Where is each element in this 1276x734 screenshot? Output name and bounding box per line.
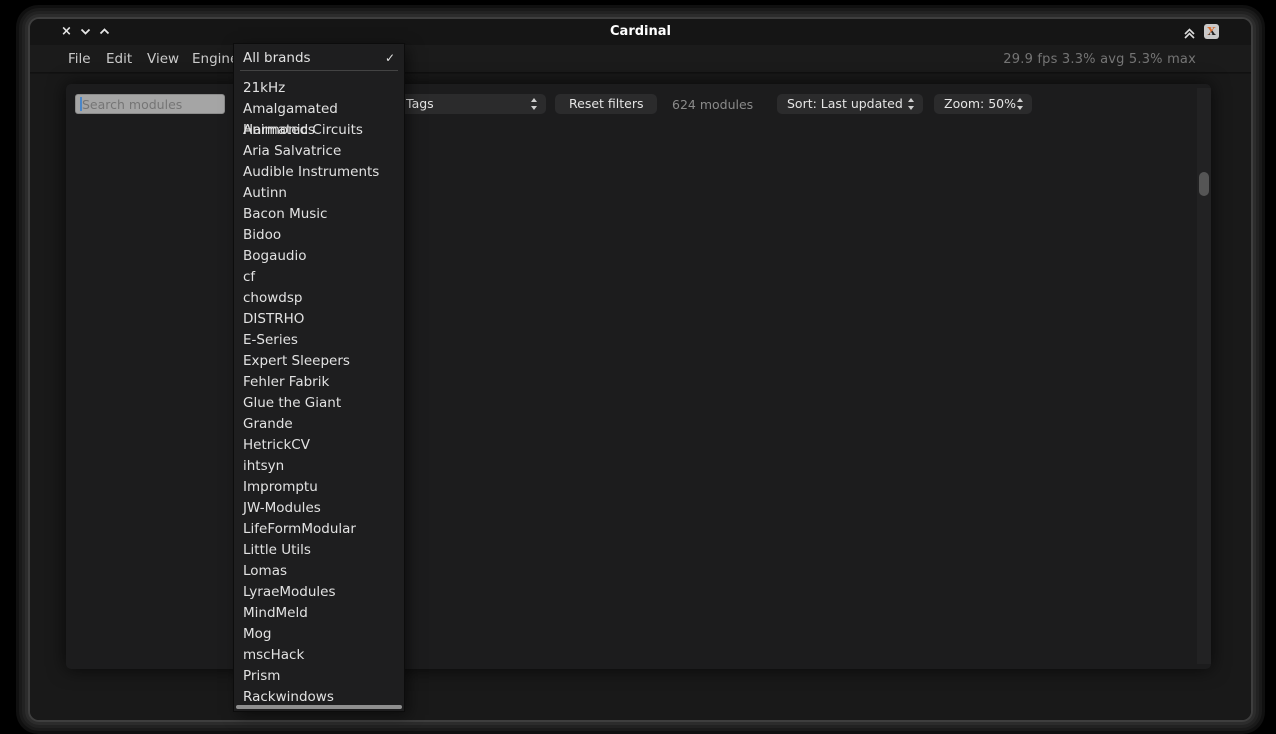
menu-edit[interactable]: Edit xyxy=(106,51,132,67)
menu-separator xyxy=(240,70,398,71)
rollup-icon[interactable] xyxy=(1183,25,1196,44)
menu-item-brand[interactable]: LifeFormModular xyxy=(234,519,404,540)
menu-engine[interactable]: Engine xyxy=(192,51,238,67)
menu-file[interactable]: File xyxy=(68,51,91,67)
menu-item-brand[interactable]: Mog xyxy=(234,624,404,645)
menu-item-brand[interactable]: Prism xyxy=(234,666,404,687)
menu-item-brand[interactable]: MindMeld xyxy=(234,603,404,624)
menu-item-brand[interactable]: JW-Modules xyxy=(234,498,404,519)
menu-item-brand[interactable]: chowdsp xyxy=(234,288,404,309)
updown-icon xyxy=(908,98,915,110)
menu-item-brand[interactable]: Grande xyxy=(234,414,404,435)
reset-filters-button[interactable]: Reset filters xyxy=(555,94,657,114)
menu-item-brand[interactable]: Amalgamated Harmonics xyxy=(234,99,404,120)
menu-item-brand[interactable]: ihtsyn xyxy=(234,456,404,477)
menu-item-brand[interactable]: cf xyxy=(234,267,404,288)
menu-item-brand[interactable]: Aria Salvatrice xyxy=(234,141,404,162)
menu-item-brand[interactable]: Glue the Giant xyxy=(234,393,404,414)
text-caret xyxy=(80,97,82,111)
menu-item-brand[interactable]: Autinn xyxy=(234,183,404,204)
menu-view[interactable]: View xyxy=(147,51,179,67)
browser-scrollbar-thumb[interactable] xyxy=(1199,172,1209,196)
menu-item-brand[interactable]: Little Utils xyxy=(234,540,404,561)
app-icon: X xyxy=(1204,24,1219,39)
menu-item-brand[interactable]: Expert Sleepers xyxy=(234,351,404,372)
zoom-dropdown[interactable]: Zoom: 50% xyxy=(934,94,1032,114)
menu-item-brand[interactable]: Lomas xyxy=(234,561,404,582)
menu-item-brand[interactable]: HetrickCV xyxy=(234,435,404,456)
menu-item-brand[interactable]: Audible Instruments xyxy=(234,162,404,183)
search-input[interactable] xyxy=(75,94,225,114)
window-title: Cardinal xyxy=(30,24,1251,39)
updown-icon xyxy=(531,98,538,110)
menu-item-brand[interactable]: LyraeModules xyxy=(234,582,404,603)
menu-item-brand[interactable]: Fehler Fabrik xyxy=(234,372,404,393)
sort-dropdown[interactable]: Sort: Last updated xyxy=(777,94,923,114)
tags-dropdown[interactable]: Tags xyxy=(396,94,546,114)
menubar: File Edit View Engine Help 29.9 fps 3.3%… xyxy=(30,45,1251,73)
screen: × Cardinal X File Edit View Engine Help … xyxy=(0,0,1276,734)
menu-item-brand[interactable]: Animated Circuits xyxy=(234,120,404,141)
menu-item-brand[interactable]: Bacon Music xyxy=(234,204,404,225)
titlebar: × Cardinal X xyxy=(30,19,1251,45)
menu-item-brand[interactable]: 21kHz xyxy=(234,78,404,99)
fps-stats: 29.9 fps 3.3% avg 5.3% max xyxy=(1003,52,1196,67)
menu-item-brand[interactable]: mscHack xyxy=(234,645,404,666)
menu-item-brand[interactable]: E-Series xyxy=(234,330,404,351)
menu-item-brand[interactable]: Bogaudio xyxy=(234,246,404,267)
menu-item-brand[interactable]: Bidoo xyxy=(234,225,404,246)
menu-scroll-hint xyxy=(236,705,402,709)
check-icon: ✓ xyxy=(385,48,395,69)
brand-dropdown-menu: All brands ✓ 21kHzAmalgamated HarmonicsA… xyxy=(234,44,404,711)
menu-item-brand[interactable]: Impromptu xyxy=(234,477,404,498)
updown-icon xyxy=(1017,98,1024,110)
menu-item-brand[interactable]: DISTRHO xyxy=(234,309,404,330)
module-count: 624 modules xyxy=(672,97,753,112)
menu-item-all-brands[interactable]: All brands ✓ xyxy=(234,48,404,69)
